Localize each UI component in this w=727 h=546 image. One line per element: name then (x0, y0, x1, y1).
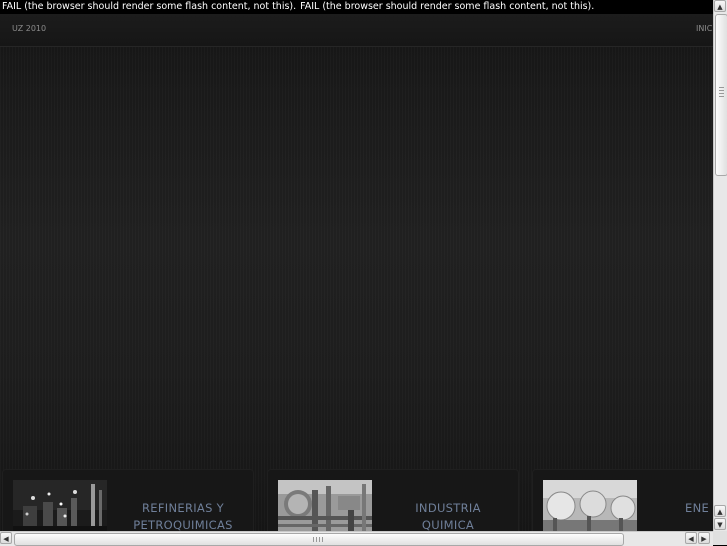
label-line-1: ENE (685, 501, 710, 515)
refinery-image (13, 480, 107, 531)
category-card-industria-quimica[interactable]: INDUSTRIA QUIMICA (267, 469, 519, 531)
grip-line (319, 537, 320, 542)
horizontal-scrollbar[interactable]: ◀ ◀ ▶ (0, 531, 713, 546)
grip-line (316, 537, 317, 542)
label-line-1: REFINERIAS Y (142, 501, 224, 515)
fail-text-2: FAIL (the browser should render some fla… (300, 1, 595, 12)
chemical-plant-image (278, 480, 372, 531)
category-label: ENE (643, 500, 713, 517)
down-arrow-icon[interactable]: ▼ (714, 518, 726, 530)
label-line-2: QUIMICA (421, 518, 475, 531)
category-card-energia[interactable]: ENE (532, 469, 713, 531)
up-arrow-icon[interactable]: ▲ (714, 505, 726, 517)
horizontal-scroll-thumb[interactable] (14, 533, 624, 546)
category-label: REFINERIAS Y PETROQUIMICAS (113, 500, 253, 531)
grip-line (313, 537, 314, 542)
label-line-2: PETROQUIMICAS (133, 518, 233, 531)
scrollbar-corner (713, 531, 727, 545)
category-label: INDUSTRIA QUIMICA (378, 500, 518, 531)
fail-text-1: FAIL (the browser should render some fla… (2, 1, 297, 12)
vertical-scroll-thumb[interactable] (715, 14, 727, 176)
up-arrow-icon[interactable]: ▲ (714, 0, 726, 12)
nav-link-inicio[interactable]: INIC (696, 24, 712, 33)
vertical-scrollbar[interactable]: ▲ ▲ ▼ (713, 0, 727, 531)
grip-line (719, 96, 724, 97)
grip-line (719, 87, 724, 88)
energy-tanks-image (543, 480, 637, 531)
grip-line (719, 93, 724, 94)
category-card-refinerias[interactable]: REFINERIAS Y PETROQUIMICAS (2, 469, 254, 531)
left-arrow-icon[interactable]: ◀ (0, 532, 12, 544)
left-arrow-icon[interactable]: ◀ (685, 532, 697, 544)
grip-line (719, 90, 724, 91)
page-viewport: FAIL (the browser should render some fla… (0, 0, 713, 531)
right-arrow-icon[interactable]: ▶ (698, 532, 710, 544)
top-navigation: UZ 2010 INIC (0, 14, 713, 47)
grip-line (322, 537, 323, 542)
flash-fail-message: FAIL (the browser should render some fla… (0, 0, 713, 14)
site-brand[interactable]: UZ 2010 (12, 24, 46, 33)
label-line-1: INDUSTRIA (415, 501, 481, 515)
